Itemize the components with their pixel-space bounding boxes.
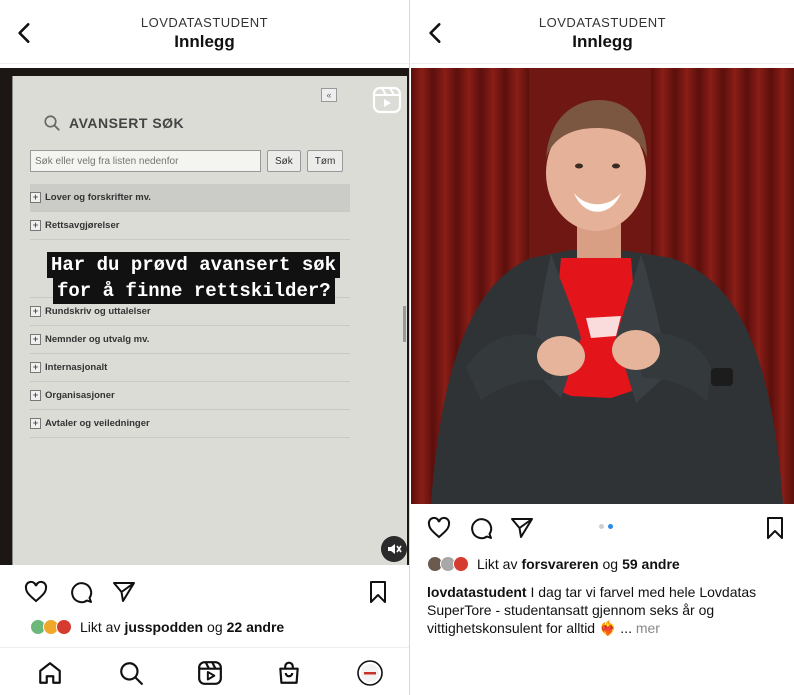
likes-summary: Likt av forsvareren og 59 andre xyxy=(427,556,680,572)
list-item: + Organisasjoner xyxy=(30,382,350,410)
left-post-panel: LOVDATASTUDENT Innlegg « AVANSERT SØK Sø… xyxy=(0,0,410,695)
avatar xyxy=(453,556,469,572)
post-header: LOVDATASTUDENT Innlegg xyxy=(411,0,794,64)
advanced-search-heading: AVANSERT SØK xyxy=(43,114,184,132)
post-photo[interactable] xyxy=(411,68,794,504)
carousel-dot-active xyxy=(608,524,613,529)
page-title: Innlegg xyxy=(174,32,235,51)
video-search-button: Søk xyxy=(267,150,301,172)
reels-icon xyxy=(372,86,402,114)
comment-icon[interactable] xyxy=(69,580,93,604)
post-video[interactable]: « AVANSERT SØK Søk Tøm +Lover og forskri… xyxy=(0,68,409,565)
post-header: LOVDATASTUDENT Innlegg xyxy=(0,0,409,64)
carousel-indicator xyxy=(599,524,613,529)
bottom-navigation xyxy=(0,647,409,695)
heart-icon[interactable] xyxy=(427,516,451,540)
liked-by-user[interactable]: forsvareren xyxy=(521,556,598,572)
likes-count[interactable]: 22 andre xyxy=(227,619,285,635)
post-actions xyxy=(0,576,409,606)
right-post-panel: LOVDATASTUDENT Innlegg Likt av forsvarer… xyxy=(411,0,794,695)
plus-icon: + xyxy=(30,192,41,203)
header-username[interactable]: LOVDATASTUDENT xyxy=(411,15,794,30)
bookmark-icon[interactable] xyxy=(763,516,787,540)
list-item: + Nemnder og utvalg mv. xyxy=(30,326,350,354)
likes-summary: Likt av jusspodden og 22 andre xyxy=(30,619,284,635)
video-caption-overlay: Har du prøvd avansert søk for å finne re… xyxy=(47,252,341,304)
page-title: Innlegg xyxy=(572,32,633,51)
plus-icon: + xyxy=(30,418,41,429)
shop-icon[interactable] xyxy=(276,660,302,686)
overlay-line-1: Har du prøvd avansert søk xyxy=(47,252,341,278)
video-screen-content: « AVANSERT SØK Søk Tøm +Lover og forskri… xyxy=(12,76,407,565)
video-scrollbar xyxy=(403,306,406,342)
video-search-input xyxy=(30,150,261,172)
home-icon[interactable] xyxy=(37,660,63,686)
overlay-line-2: for å finne rettskilder? xyxy=(53,278,335,304)
list-item: + Lover og forskrifter mv. xyxy=(30,184,350,212)
video-clear-button: Tøm xyxy=(306,150,344,172)
plus-icon: + xyxy=(30,390,41,401)
mute-icon[interactable] xyxy=(381,536,407,562)
search-icon[interactable] xyxy=(118,660,144,686)
post-caption: lovdatastudent I dag tar vi farvel med h… xyxy=(427,583,787,637)
send-icon[interactable] xyxy=(510,516,534,540)
plus-icon: + xyxy=(30,220,41,231)
liked-by-user[interactable]: jusspodden xyxy=(124,619,203,635)
heart-icon[interactable] xyxy=(24,580,48,604)
photo-illustration xyxy=(411,68,794,504)
advanced-search-label: AVANSERT SØK xyxy=(69,115,185,131)
list-item: + Rettsavgjørelser xyxy=(30,212,350,240)
plus-icon: + xyxy=(30,334,41,345)
bookmark-icon[interactable] xyxy=(366,580,390,604)
send-icon[interactable] xyxy=(112,580,136,604)
caption-more-link[interactable]: mer xyxy=(636,620,660,636)
likes-count[interactable]: 59 andre xyxy=(622,556,680,572)
carousel-dot xyxy=(599,524,604,529)
caption-username[interactable]: lovdatastudent xyxy=(427,584,527,600)
category-list: + Lover og forskrifter mv. + Rettsavgjørel… xyxy=(30,184,350,438)
avatar xyxy=(56,619,72,635)
magnifier-icon xyxy=(44,115,60,131)
plus-icon: + xyxy=(30,306,41,317)
header-username[interactable]: LOVDATASTUDENT xyxy=(0,15,409,30)
profile-icon[interactable] xyxy=(357,660,383,686)
search-row: Søk Tøm xyxy=(30,150,344,172)
list-item: + Internasjonalt xyxy=(30,354,350,382)
list-item: + Avtaler og veiledninger xyxy=(30,410,350,438)
reels-icon[interactable] xyxy=(197,660,223,686)
collapse-button: « xyxy=(321,88,337,102)
comment-icon[interactable] xyxy=(469,516,493,540)
plus-icon: + xyxy=(30,362,41,373)
